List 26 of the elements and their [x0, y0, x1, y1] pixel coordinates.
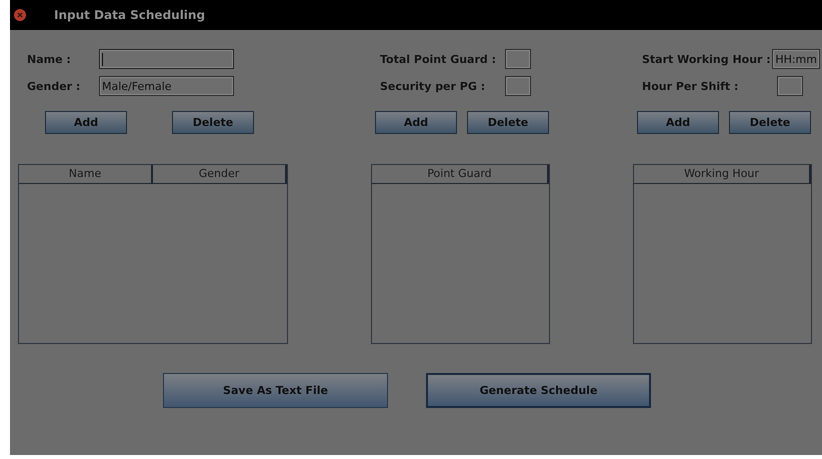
- field-label: Hour Per Shift :: [642, 80, 738, 92]
- field-label: Name :: [27, 52, 72, 66]
- input-field[interactable]: [99, 49, 234, 69]
- window-title: Input Data Scheduling: [54, 8, 206, 22]
- column-header[interactable]: Gender: [153, 165, 287, 183]
- close-icon[interactable]: [14, 9, 26, 21]
- action-button[interactable]: Add: [637, 111, 719, 134]
- input-field[interactable]: [505, 76, 531, 96]
- input-field[interactable]: Male/Female: [99, 76, 234, 96]
- action-button[interactable]: Add: [375, 111, 457, 134]
- action-button[interactable]: Delete: [172, 111, 254, 134]
- action-button[interactable]: Delete: [729, 111, 811, 134]
- column-header[interactable]: Point Guard: [372, 165, 549, 183]
- field-label: Security per PG :: [380, 80, 486, 92]
- field-label: Start Working Hour :: [642, 52, 771, 66]
- field-label: Gender :: [27, 80, 82, 92]
- column-header[interactable]: Name: [19, 165, 153, 183]
- field-label: Total Point Guard :: [380, 52, 496, 66]
- action-button[interactable]: Generate Schedule: [426, 373, 651, 408]
- column-header[interactable]: Working Hour: [634, 165, 811, 183]
- action-button[interactable]: Save As Text File: [163, 373, 388, 408]
- input-field[interactable]: HH:mm: [772, 49, 820, 69]
- input-field[interactable]: [777, 76, 803, 96]
- action-button[interactable]: Delete: [467, 111, 549, 134]
- action-button[interactable]: Add: [45, 111, 127, 134]
- input-field[interactable]: [505, 49, 531, 69]
